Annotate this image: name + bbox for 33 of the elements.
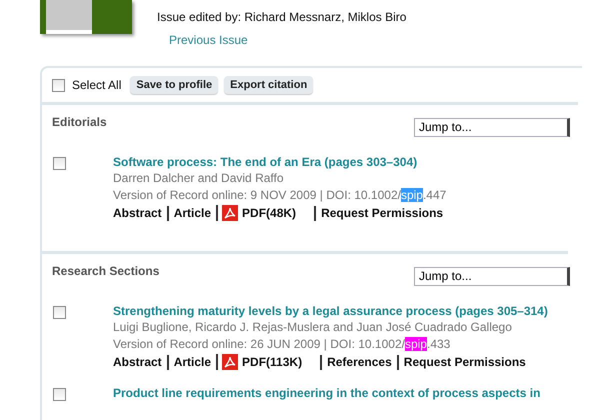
article-authors: Darren Dalcher and David Raffo: [113, 170, 285, 187]
article-record-info: Version of Record online: 26 JUN 2009 | DOI: 10.1002/spip.433: [113, 336, 452, 353]
article-link[interactable]: References: [320, 354, 397, 370]
article-link[interactable]: Request Permissions: [314, 206, 448, 220]
select-all-label: Select All: [72, 78, 122, 92]
article-link[interactable]: Abstract: [113, 354, 167, 370]
article-link[interactable]: Article: [166, 354, 216, 370]
article-title-link[interactable]: Strengthening maturity levels by a legal assurance process (pages 305–314): [113, 304, 548, 318]
toolbar-button[interactable]: Export citation: [224, 76, 314, 94]
checkbox[interactable]: [53, 388, 66, 401]
search-highlight: spip: [404, 337, 427, 351]
jump-to-select[interactable]: Jump to...: [414, 118, 570, 137]
issue-editors: Issue edited by: Richard Messnarz, Miklos Biro: [157, 10, 406, 24]
article-link[interactable]: Request Permissions: [396, 354, 531, 370]
section-heading: Editorials: [52, 115, 107, 131]
article-link[interactable]: Abstract: [113, 206, 167, 220]
jump-to-select[interactable]: Jump to...: [414, 267, 570, 286]
previous-issue-link[interactable]: Previous Issue: [169, 33, 248, 47]
checkbox[interactable]: [53, 157, 66, 170]
article-authors: Luigi Buglione, Ricardo J. Rejas-Muslera and Juan José Cuadrado Gallego: [113, 319, 513, 336]
article-record-info: Version of Record online: 9 NOV 2009 | DOI: 10.1002/spip.447: [113, 187, 448, 204]
checkbox[interactable]: [52, 78, 65, 92]
article-link[interactable]: Article: [166, 206, 216, 220]
search-highlight: spip: [400, 188, 423, 202]
pdf-link[interactable]: PDF(113K): [238, 354, 302, 370]
pdf-icon: [222, 205, 238, 221]
checkbox[interactable]: [53, 306, 66, 319]
article-title-link[interactable]: Software process: The end of an Era (pages 303–304): [113, 155, 448, 169]
pdf-icon: [222, 354, 238, 370]
section-heading: Research Sections: [52, 264, 160, 280]
article-title-link[interactable]: Product line requirements engineering in the context of process aspects in: [113, 386, 540, 400]
pdf-link[interactable]: PDF(48K): [238, 206, 296, 220]
toolbar-button[interactable]: Save to profile: [130, 76, 218, 94]
